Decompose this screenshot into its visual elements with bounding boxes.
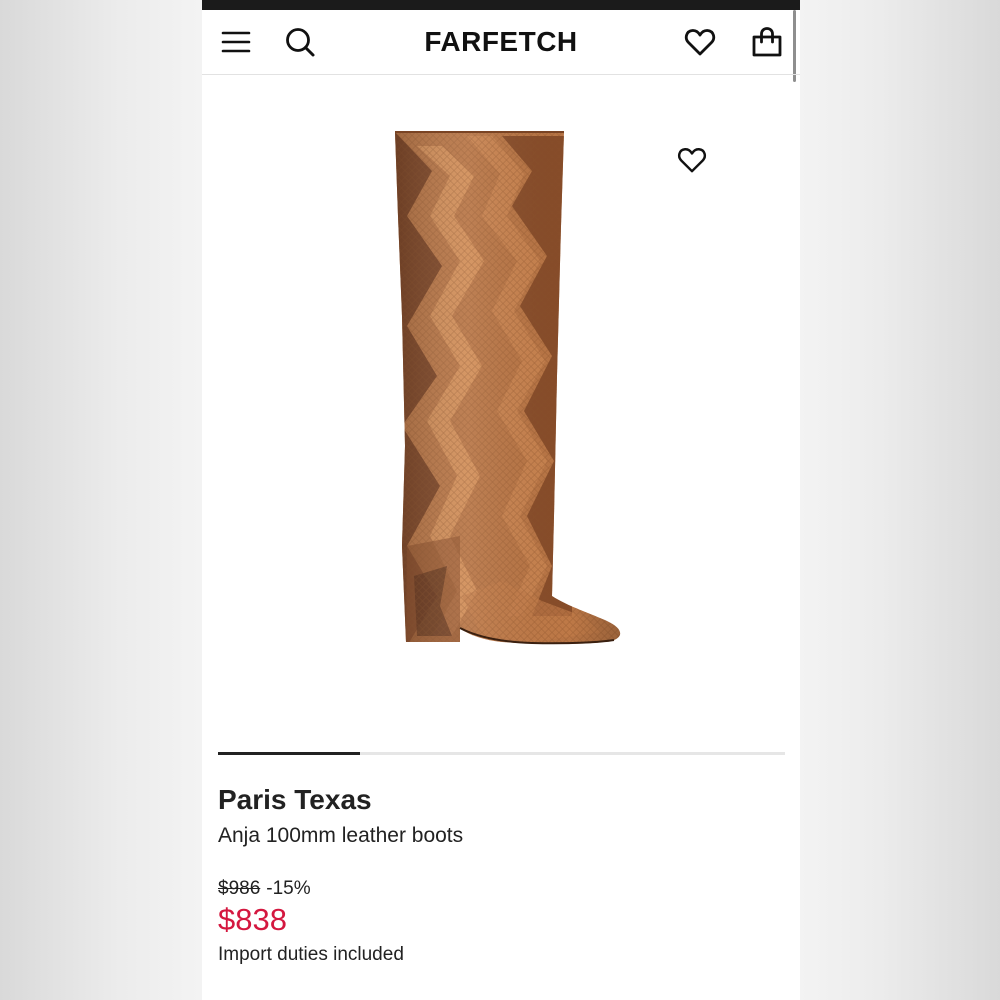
app-screen: FARFETCH Paris Texas Anja 100mm leather …: [202, 0, 800, 1000]
product-name: Anja 100mm leather boots: [218, 824, 464, 847]
sale-price: $838: [218, 902, 287, 937]
original-price: $986: [218, 878, 261, 899]
image-carousel-indicator[interactable]: [218, 752, 785, 755]
original-price-row: $986 -15%: [218, 878, 311, 900]
wishlist-button[interactable]: [680, 22, 720, 62]
product-brand[interactable]: Paris Texas: [218, 784, 372, 816]
discount-badge: -15%: [266, 878, 311, 899]
import-duties-note: Import duties included: [218, 944, 404, 965]
heart-icon: [684, 29, 716, 56]
top-nav: FARFETCH: [202, 10, 800, 75]
heart-icon: [678, 148, 706, 173]
bag-icon: [752, 27, 782, 57]
carousel-progress: [218, 752, 360, 755]
bag-button[interactable]: [747, 22, 787, 62]
add-to-wishlist-button[interactable]: [672, 140, 712, 180]
status-bar: [202, 0, 800, 10]
